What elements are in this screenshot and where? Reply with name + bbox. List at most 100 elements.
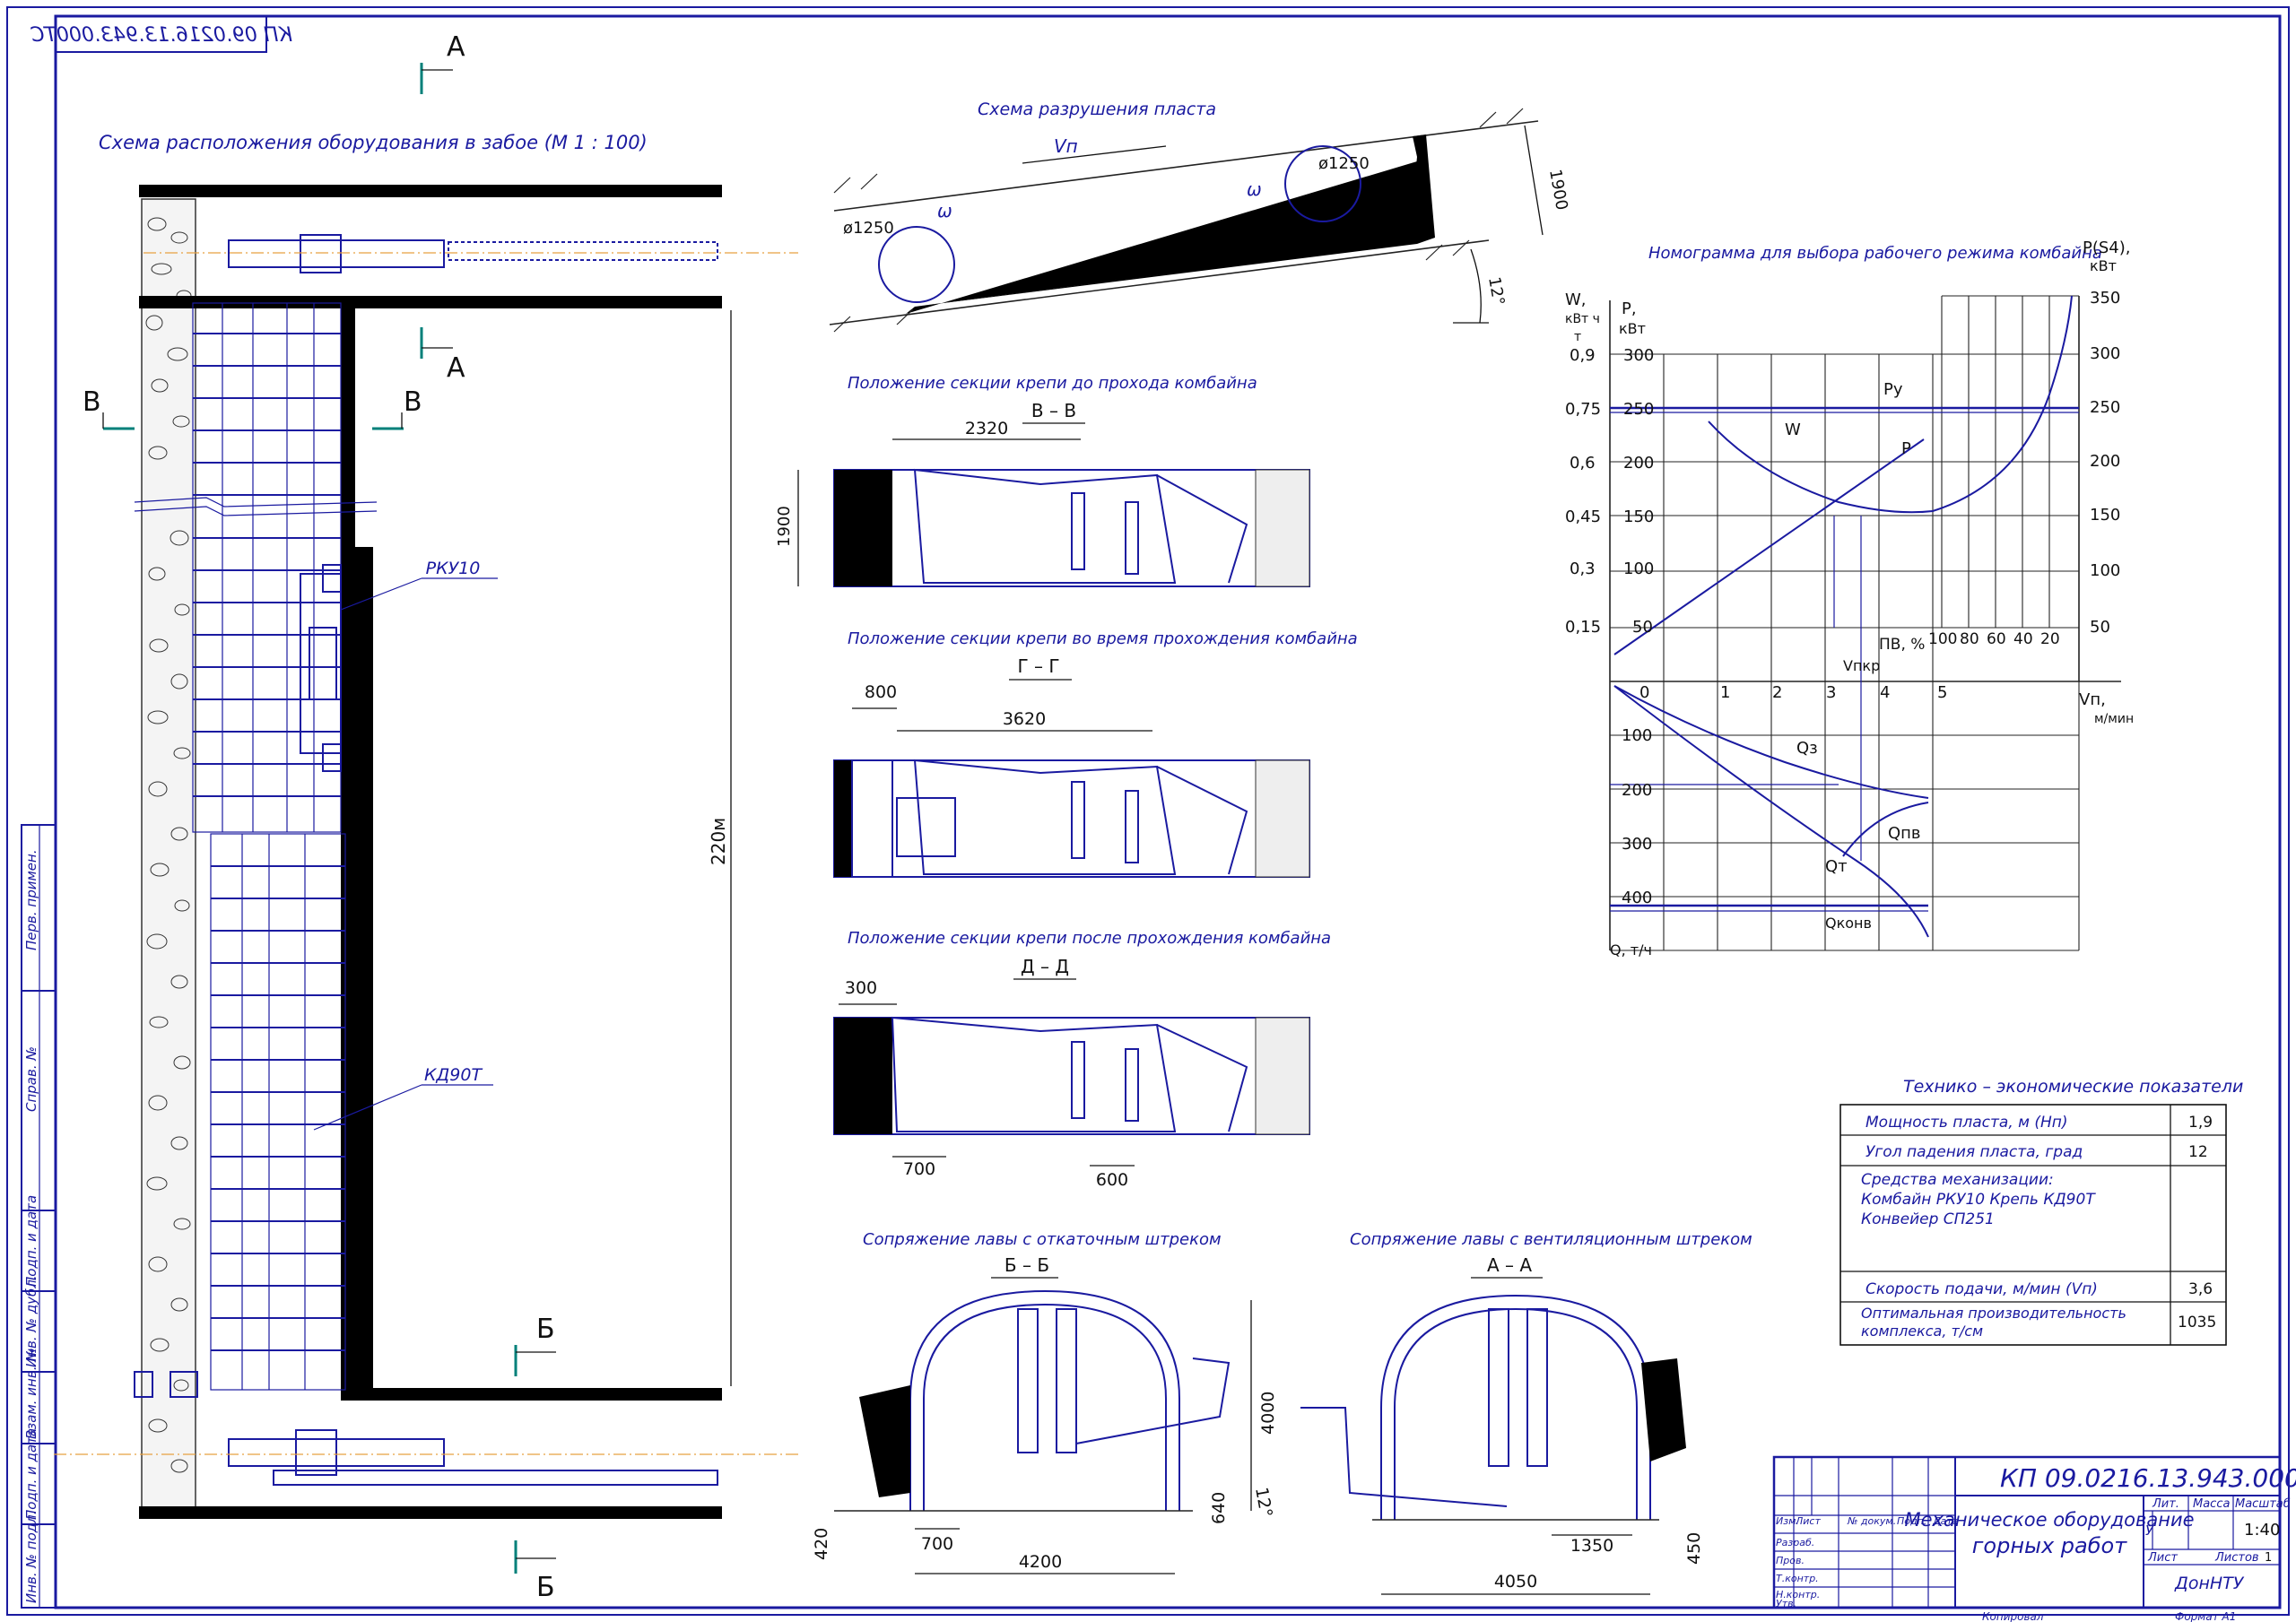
label-q3: Qз [1796,739,1818,758]
destruction-diam-1: ø1250 [843,219,894,238]
label-qpv: Qпв [1888,824,1921,843]
destruction-thickness: 1900 [1545,168,1571,212]
junction1-angle: 12° [1251,1486,1276,1519]
junction2-coal-block [1641,1358,1686,1462]
junction2-cut: А – А [1487,1254,1532,1276]
destruction-vp: Vп [1054,135,1078,157]
combine-drum-1 [322,564,342,593]
bottom-drive-unit [295,1429,337,1476]
x-label: Vп, [2079,690,2106,709]
layout-title: Схема расположения оборудования в забое … [99,132,648,153]
x-tick-3: 3 [1826,683,1836,702]
destruction-scheme: Схема разрушения пласта Vп ω ω ø1250 ø12… [829,100,1571,333]
sp2-cut: Г – Г [1017,655,1059,677]
w-tick-0: 0,9 [1570,346,1596,365]
q-tick-2: 300 [1622,835,1652,854]
p-tick-0: 300 [1623,346,1654,365]
curve-w [1708,421,1934,514]
section-b-top: Б [536,1314,555,1345]
sp1-height: 1900 [775,506,794,547]
curve-ps4 [1932,295,2073,512]
ps-tick-6: 50 [2090,618,2110,637]
tech-row2-box: Средства механизации: Комбайн РКУ10 Креп… [1861,1171,2095,1228]
drawing-sheet: КП 09.0216.13.943.000ТС Перв. примен. Сп… [6,6,2296,1622]
junction-haulage: Сопряжение лавы с откаточным штреком Б –… [812,1230,1278,1574]
tech-row4-value: 1035 [2178,1314,2216,1331]
sp3-goaf [1255,1017,1310,1135]
support-position-3: Положение секции крепи после прохождения… [833,929,1331,1190]
tb-mass: Масса [2193,1497,2230,1511]
tb-sheets-value: 1 [2265,1551,2272,1565]
tech-row4-box: Оптимальная производительность комплекса… [1861,1305,2126,1340]
label-w: W [1785,421,1801,439]
w-tick-5: 0,15 [1565,618,1601,637]
sp3-dim-600: 600 [1096,1170,1128,1190]
pv-tick-0: 100 [1928,630,1957,648]
sp3-dim-300: 300 [845,978,877,998]
nomogram: Номограмма для выбора рабочего режима ко… [1565,239,2134,958]
top-conveyor-chain [448,241,718,261]
vpkr-label: Vпкр [1843,657,1880,674]
tech-row1-value: 12 [2188,1143,2208,1161]
drum-circle-1 [878,226,955,303]
q-tick-0: 100 [1622,726,1652,745]
layout-plan: Схема расположения оборудования в забое … [54,31,798,1603]
x-tick-1: 1 [1720,683,1730,702]
junction1-coal-block [859,1385,910,1497]
bottom-stage-loader [273,1470,718,1486]
top-drift-wall-2 [139,296,722,308]
w-tick-4: 0,3 [1570,559,1596,578]
tb-scale-value: 1:40 [2244,1521,2280,1540]
strip-podp1: Подп. и дата [23,1195,39,1287]
w-tick-2: 0,6 [1570,454,1596,473]
p-tick-2: 200 [1623,454,1654,473]
destruction-diam-2: ø1250 [1318,154,1370,173]
tb-lit: Лит. [2152,1497,2179,1511]
q-tick-3: 400 [1622,889,1652,907]
sp3-dim-700: 700 [903,1159,935,1179]
sp3-leg-1 [1071,1041,1085,1119]
sp1-shield [1156,474,1248,584]
sp3-support-outline [891,1016,1177,1132]
sp1-title: Положение секции крепи до прохода комбай… [848,374,1257,393]
q-tick-1: 200 [1622,781,1652,800]
pv-tick-2: 60 [1987,630,2006,648]
sp1-cut: В – В [1031,400,1076,421]
p-tick-5: 50 [1632,618,1653,637]
sp2-goaf [1255,759,1310,878]
section-a-bottom: А [447,352,465,384]
ps-tick-2: 250 [2090,398,2120,417]
sp3-coal [834,1018,892,1134]
tech-row0-value: 1,9 [2188,1114,2213,1132]
nomo-ps-label: P(S4), [2083,239,2131,257]
support-rows-upper [193,333,341,797]
sp3-leg-2 [1125,1048,1139,1122]
pv-tick-4: 20 [2040,630,2060,648]
q-label: Q, т/ч [1610,941,1652,958]
section-b-bottom: Б [536,1572,555,1603]
side-strip: Перв. примен. Справ. № Подп. и дата Инв.… [21,824,57,1609]
junction2-conveyor [1300,1407,1508,1507]
junction1-dim-4200: 4200 [1019,1552,1062,1572]
combine-body [300,573,342,754]
junction1-post-1 [1017,1308,1039,1453]
junction2-post-2 [1526,1308,1548,1467]
junction1-cut: Б – Б [1004,1254,1049,1276]
section-v-left: В [83,386,101,418]
destruction-omega-1: ω [937,200,952,221]
label-py: Py [1883,380,1903,399]
strip-perv: Перв. примен. [23,849,39,950]
tech-row3-label: Скорость подачи, м/мин (Vп) [1866,1280,2098,1298]
nomo-p-unit: кВт [1619,320,1646,337]
sp3-shield [1156,1024,1248,1132]
sp3-cut: Д – Д [1021,956,1069,977]
junction2-dim-450: 450 [1684,1532,1704,1565]
strip-sprav: Справ. № [23,1046,39,1112]
sp2-combine-front [851,759,893,878]
curve-p [1613,438,1925,655]
tech-row3-value: 3,6 [2188,1280,2213,1298]
junction1-dim-700: 700 [921,1534,953,1554]
support-rows-lower [211,865,345,1351]
tech-row0-label: Мощность пласта, м (Hп) [1866,1114,2068,1132]
junction2-arch-inner [1394,1307,1638,1520]
